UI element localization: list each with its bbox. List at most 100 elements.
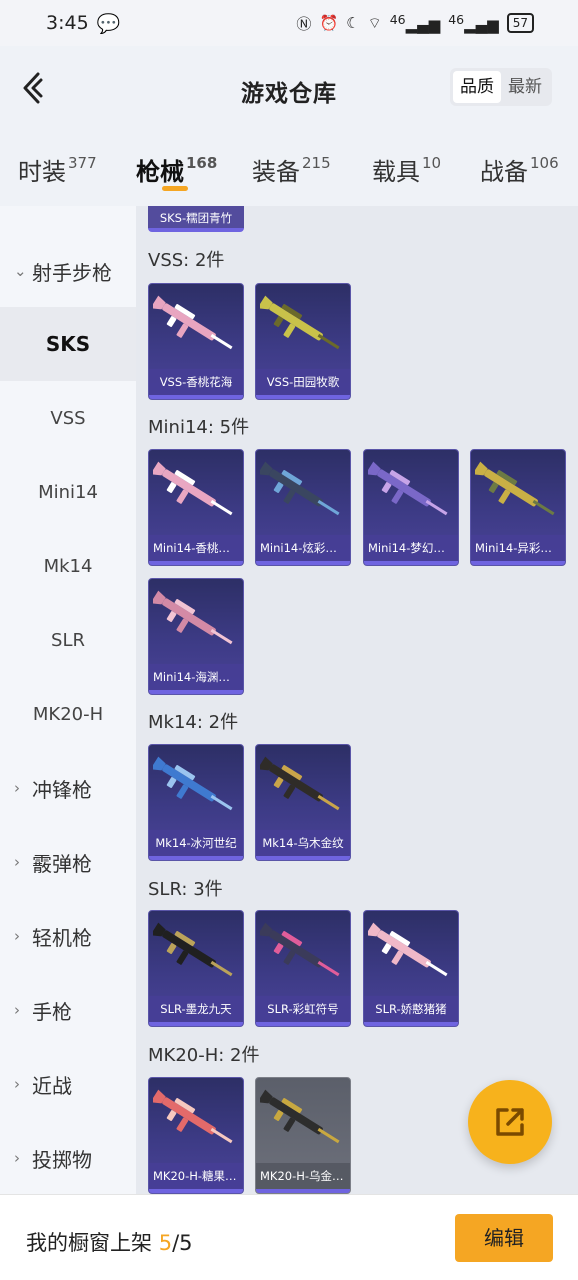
rarity-bar: [256, 395, 350, 399]
weapon-card-label: VSS-香桃花海: [149, 369, 243, 395]
weapon-card[interactable]: Mini14-异彩流光: [470, 449, 566, 566]
sidebar-group-lmg[interactable]: › 轻机枪: [0, 899, 136, 973]
rifle-icon: [260, 1089, 340, 1144]
status-bar: 3:45 💬 Ⓝ ⏰ ☾ ⌔ 46▂▄▆ 46▂▄▆ 57: [0, 0, 578, 46]
sort-quality-button[interactable]: 品质: [453, 71, 501, 103]
chevron-right-icon: ›: [14, 1149, 20, 1167]
rifle-icon: [368, 922, 448, 977]
chevron-right-icon: ›: [14, 1075, 20, 1093]
section-title: MK20-H: 2件: [148, 1045, 260, 1066]
section-title: Mini14: 5件: [148, 417, 250, 438]
tab-vehicles[interactable]: 载具 10: [372, 152, 441, 187]
share-button[interactable]: [468, 1080, 552, 1164]
sidebar-group-melee[interactable]: › 近战: [0, 1047, 136, 1121]
tab-outfits[interactable]: 时装 377: [18, 152, 97, 187]
weapon-grid: SKS-糯团青竹 VSS: 2件 VSS-香桃花海 VSS-田园牧歌 Mini14: …: [136, 206, 578, 1194]
sidebar-item-mini14[interactable]: Mini14: [0, 455, 136, 529]
chevron-right-icon: ›: [14, 853, 20, 871]
rarity-bar: [149, 690, 243, 694]
rarity-bar: [149, 561, 243, 565]
rifle-icon: [475, 461, 555, 516]
bottom-bar: 我的橱窗上架 5/5 编辑: [0, 1194, 578, 1280]
wechat-icon: 💬: [96, 12, 121, 35]
sort-toggle: 品质 最新: [450, 68, 552, 106]
weapon-card-label: Mini14-异彩流光: [471, 535, 565, 561]
weapon-card[interactable]: VSS-田园牧歌: [255, 283, 351, 400]
weapon-card-label: Mini14-海渊秘境: [149, 664, 243, 690]
weapon-card[interactable]: MK20-H-糖果乐园: [148, 1077, 244, 1194]
rarity-bar: [256, 1022, 350, 1026]
sidebar-group-throwable[interactable]: › 投掷物: [0, 1121, 136, 1195]
sort-newest-button[interactable]: 最新: [501, 71, 549, 103]
section-title: SLR: 3件: [148, 879, 223, 900]
alarm-icon: ⏰: [319, 14, 339, 32]
chevron-right-icon: ›: [14, 1001, 20, 1019]
tab-weapons[interactable]: 枪械 168: [136, 152, 217, 187]
weapon-card-label: Mini14-梦幻星河: [364, 535, 458, 561]
sidebar-group-smg[interactable]: › 冲锋枪: [0, 751, 136, 825]
weapon-card-label: SLR-墨龙九天: [149, 996, 243, 1022]
rifle-icon: [260, 295, 340, 350]
weapon-card[interactable]: SLR-彩虹符号: [255, 910, 351, 1027]
sidebar-group-marksman[interactable]: ⌄ 射手步枪: [0, 234, 136, 308]
rarity-bar: [149, 1189, 243, 1193]
weapon-card[interactable]: Mini14-香桃花海: [148, 449, 244, 566]
sidebar-item-vss[interactable]: VSS: [0, 381, 136, 455]
sidebar-item-slr[interactable]: SLR: [0, 603, 136, 677]
rifle-icon: [153, 461, 233, 516]
sidebar-group-shotgun[interactable]: › 霰弹枪: [0, 825, 136, 899]
weapon-card-label: Mk14-乌木金纹: [256, 830, 350, 856]
weapon-card[interactable]: Mini14-梦幻星河: [363, 449, 459, 566]
weapon-card[interactable]: SLR-娇憨猪猪: [363, 910, 459, 1027]
share-icon: [496, 1108, 524, 1136]
battery-icon: 57: [506, 13, 534, 33]
rifle-icon: [260, 756, 340, 811]
sidebar-item-sks[interactable]: SKS: [0, 307, 136, 381]
tab-supplies[interactable]: 战备 106: [480, 152, 559, 187]
rifle-icon: [368, 461, 448, 516]
weapon-card-label: Mini14-香桃花海: [149, 535, 243, 561]
weapon-card[interactable]: MK20-H-乌金战神: [255, 1077, 351, 1194]
weapon-card-label: SLR-娇憨猪猪: [364, 996, 458, 1022]
rifle-icon: [260, 922, 340, 977]
weapon-card[interactable]: SKS-糯团青竹: [148, 206, 244, 232]
wifi-icon: ⌔: [367, 13, 382, 32]
rifle-icon: [153, 295, 233, 350]
weapon-card[interactable]: Mk14-冰河世纪: [148, 744, 244, 861]
section-title: Mk14: 2件: [148, 712, 239, 733]
rarity-bar: [256, 561, 350, 565]
rarity-bar: [364, 1022, 458, 1026]
section-title: VSS: 2件: [148, 250, 225, 271]
edit-button[interactable]: 编辑: [455, 1214, 553, 1262]
rarity-bar: [256, 1189, 350, 1193]
weapon-card[interactable]: Mini14-炫彩星河: [255, 449, 351, 566]
weapon-card[interactable]: Mini14-海渊秘境: [148, 578, 244, 695]
status-time: 3:45: [46, 12, 89, 34]
weapon-card-label: Mini14-炫彩星河: [256, 535, 350, 561]
rifle-icon: [153, 922, 233, 977]
rarity-bar: [149, 856, 243, 860]
weapon-card-label: Mk14-冰河世纪: [149, 830, 243, 856]
rarity-bar: [256, 856, 350, 860]
rarity-bar: [364, 561, 458, 565]
rarity-bar: [149, 395, 243, 399]
chevron-right-icon: ›: [14, 779, 20, 797]
rifle-icon: [153, 1089, 233, 1144]
header: 游戏仓库 品质 最新: [0, 46, 578, 134]
sidebar-item-mk14[interactable]: Mk14: [0, 529, 136, 603]
nfc-icon: Ⓝ: [296, 14, 312, 33]
weapon-card-label: SLR-彩虹符号: [256, 996, 350, 1022]
sidebar-item-mk20h[interactable]: MK20-H: [0, 677, 136, 751]
weapon-card[interactable]: Mk14-乌木金纹: [255, 744, 351, 861]
rarity-bar: [471, 561, 565, 565]
rifle-icon: [153, 590, 233, 645]
signal-icon: 46▂▄▆: [389, 12, 441, 34]
weapon-card-label: MK20-H-乌金战神: [256, 1163, 350, 1189]
weapon-card[interactable]: SLR-墨龙九天: [148, 910, 244, 1027]
weapon-card-label: MK20-H-糖果乐园: [149, 1163, 243, 1189]
signal-icon-2: 46▂▄▆: [448, 12, 499, 34]
sidebar-group-pistol[interactable]: › 手枪: [0, 973, 136, 1047]
rifle-icon: [153, 756, 233, 811]
weapon-card[interactable]: VSS-香桃花海: [148, 283, 244, 400]
tab-equipment[interactable]: 装备 215: [252, 152, 331, 187]
